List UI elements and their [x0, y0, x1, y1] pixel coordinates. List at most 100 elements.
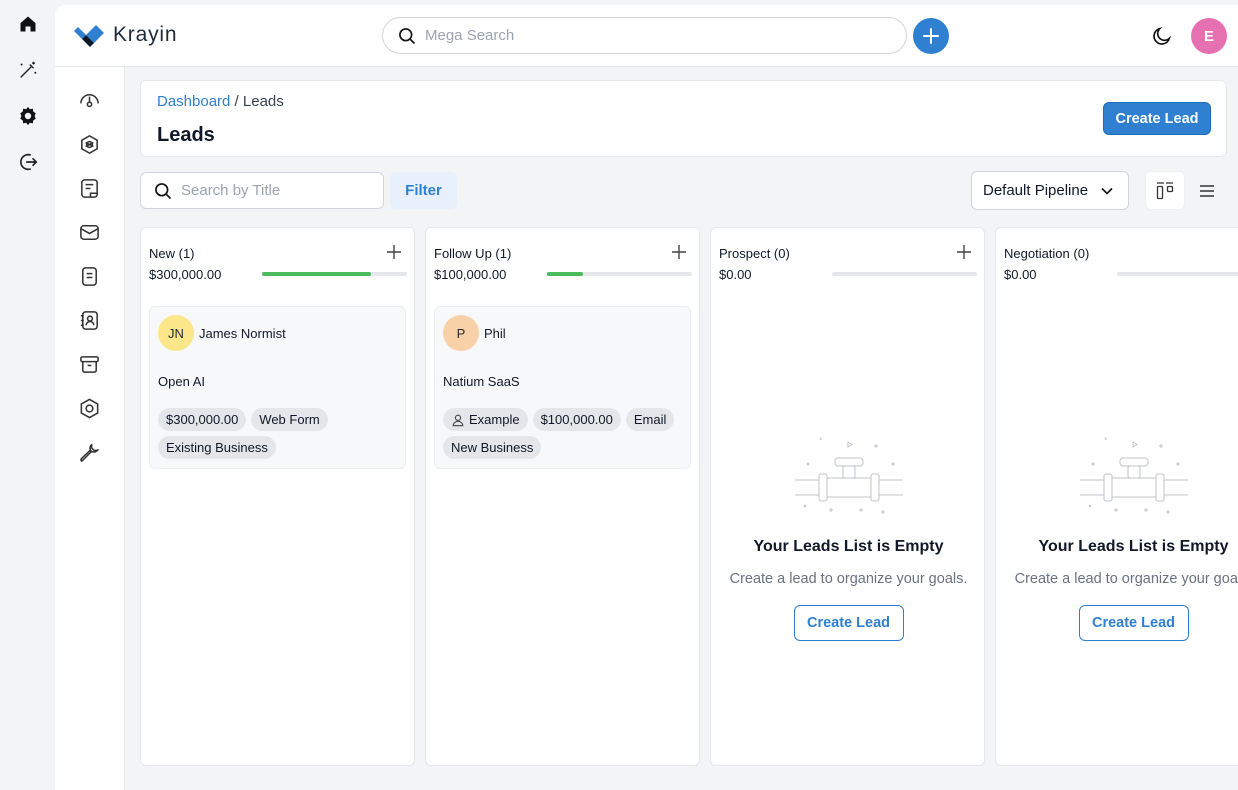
empty-state-title: Your Leads List is Empty	[1038, 538, 1229, 555]
search-icon	[155, 182, 172, 199]
stage-title: Follow Up (1)	[434, 246, 512, 261]
stage-amount: $0.00	[719, 267, 752, 282]
plus-icon	[923, 28, 939, 44]
sidebar-item-products[interactable]	[78, 353, 101, 376]
brand-name: Krayin	[113, 23, 178, 46]
breadcrumb-separator: /	[230, 93, 243, 110]
page-title: Leads	[157, 124, 215, 146]
stage-progress-bar	[262, 272, 407, 276]
add-lead-plus-icon[interactable]	[956, 244, 972, 260]
empty-state-title: Your Leads List is Empty	[753, 538, 944, 555]
stage-progress-bar	[1117, 272, 1238, 276]
products-icon	[80, 356, 99, 373]
sidebar-item-activities[interactable]	[78, 265, 101, 288]
lead-tags: Example $100,000.00 Email New Business	[443, 408, 688, 459]
lead-tags: $300,000.00 Web Form Existing Business	[158, 408, 403, 459]
quotes-icon	[81, 179, 98, 198]
chevron-down-icon	[1101, 187, 1113, 195]
lead-tag: Existing Business	[158, 436, 276, 459]
app-window: Krayin E	[55, 5, 1238, 790]
lead-tag: $100,000.00	[532, 408, 621, 431]
add-lead-plus-icon[interactable]	[671, 244, 687, 260]
lead-organization: Natium SaaS	[443, 374, 520, 389]
empty-state-subtitle: Create a lead to organize your goals.	[729, 571, 968, 587]
sidebar-item-mail[interactable]	[78, 221, 101, 244]
quick-add-button[interactable]	[913, 18, 949, 54]
stage-column-new: New (1) $300,000.00 JN James Normist Ope…	[140, 227, 415, 766]
create-lead-button[interactable]: Create Lead	[1103, 102, 1211, 135]
stage-progress-fill	[547, 272, 584, 276]
activities-icon	[82, 267, 97, 286]
mail-icon	[80, 225, 99, 240]
stage-column-negotiation: Negotiation (0) $0.00 Your Leads List is…	[995, 227, 1238, 766]
lead-tag-text: Example	[469, 412, 520, 427]
brand-logo[interactable]: Krayin	[73, 23, 177, 47]
empty-state: Your Leads List is Empty Create a lead t…	[711, 428, 986, 641]
contacts-icon	[80, 311, 98, 330]
empty-pipe-illustration-icon	[1079, 437, 1188, 514]
search-icon	[399, 27, 416, 44]
stage-amount: $100,000.00	[434, 267, 507, 282]
list-icon	[1200, 184, 1214, 197]
lead-tag: New Business	[443, 436, 542, 459]
stage-amount: $0.00	[1004, 267, 1037, 282]
title-search	[140, 172, 384, 209]
title-search-input[interactable]	[181, 182, 371, 199]
leads-icon	[81, 134, 98, 155]
stage-title: New (1)	[149, 246, 195, 261]
empty-create-lead-button[interactable]: Create Lead	[1078, 605, 1189, 641]
list-view-toggle[interactable]	[1195, 171, 1219, 210]
user-icon	[452, 414, 464, 426]
home-icon[interactable]	[16, 12, 40, 36]
lead-person-name: Phil	[484, 326, 506, 341]
pipeline-select-value: Default Pipeline	[983, 182, 1089, 199]
kanban-icon	[1156, 181, 1174, 199]
lead-tag-user: Example	[443, 408, 528, 431]
lead-avatar: P	[443, 315, 479, 351]
mega-search-input[interactable]	[425, 27, 865, 44]
filter-button[interactable]: Filter	[390, 172, 457, 209]
stage-title: Prospect (0)	[719, 246, 790, 261]
sidebar-item-leads[interactable]	[78, 133, 101, 156]
empty-pipe-illustration-icon	[794, 437, 903, 514]
logout-icon[interactable]	[16, 150, 40, 174]
breadcrumb-current: Leads	[242, 93, 284, 110]
stage-amount: $300,000.00	[149, 267, 222, 282]
sidebar-item-quotes[interactable]	[78, 177, 101, 200]
sidebar-item-dashboard[interactable]	[78, 89, 101, 112]
settings-icon	[80, 398, 99, 419]
user-avatar[interactable]: E	[1191, 18, 1227, 54]
stage-progress-fill	[262, 272, 371, 276]
dark-mode-toggle[interactable]	[1151, 25, 1173, 47]
empty-state: Your Leads List is Empty Create a lead t…	[996, 428, 1238, 641]
magic-wand-icon[interactable]	[16, 58, 40, 82]
lead-tag: Web Form	[251, 408, 328, 431]
kanban-view-toggle[interactable]	[1145, 171, 1185, 210]
os-dock	[0, 0, 55, 790]
gear-icon[interactable]	[16, 104, 40, 128]
lead-organization: Open AI	[158, 374, 205, 389]
breadcrumb: Dashboard / Leads	[157, 93, 284, 110]
lead-person-name: James Normist	[199, 326, 286, 341]
stage-progress-bar	[832, 272, 977, 276]
kanban-board: New (1) $300,000.00 JN James Normist Ope…	[140, 227, 1238, 767]
lead-avatar: JN	[158, 315, 194, 351]
stage-title: Negotiation (0)	[1004, 246, 1090, 261]
wrench-icon	[79, 443, 100, 463]
page-header: Dashboard / Leads Leads Create Lead	[140, 80, 1227, 157]
krayin-logo-icon	[74, 25, 104, 47]
add-lead-plus-icon[interactable]	[386, 244, 402, 260]
empty-create-lead-button[interactable]: Create Lead	[793, 605, 904, 641]
lead-card[interactable]: JN James Normist Open AI $300,000.00 Web…	[149, 306, 406, 469]
sidebar-item-contacts[interactable]	[78, 309, 101, 332]
sidebar-item-settings[interactable]	[78, 397, 101, 420]
main-content: Dashboard / Leads Leads Create Lead Filt…	[125, 67, 1238, 790]
stage-column-prospect: Prospect (0) $0.00 Your Leads List is Em…	[710, 227, 985, 766]
sidebar-item-configuration[interactable]	[78, 441, 101, 464]
lead-card[interactable]: P Phil Natium SaaS Example $100,000.00 E…	[434, 306, 691, 469]
stage-column-follow-up: Follow Up (1) $100,000.00 P Phil Natium …	[425, 227, 700, 766]
breadcrumb-dashboard-link[interactable]: Dashboard	[157, 93, 230, 110]
lead-tag: $300,000.00	[158, 408, 247, 431]
pipeline-select[interactable]: Default Pipeline	[971, 171, 1129, 210]
sidebar-nav	[55, 67, 125, 790]
